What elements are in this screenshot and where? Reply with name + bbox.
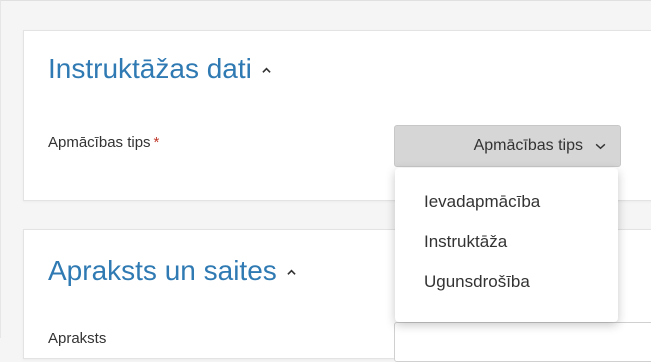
field-label-text: Apmācības tips (48, 134, 151, 151)
chevron-up-icon[interactable] (287, 268, 296, 277)
select-value: Apmācības tips (473, 137, 583, 154)
section-title: Instruktāžas dati (48, 53, 252, 84)
apraksts-input[interactable] (394, 322, 651, 362)
dropdown-option-instruktaza[interactable]: Instruktāža (395, 222, 618, 262)
required-marker: * (153, 134, 160, 151)
apmacibas-tips-select[interactable]: Apmācības tips (394, 125, 621, 167)
dropdown-option-ievadapmaciba[interactable]: Ievadapmācība (395, 182, 618, 222)
field-label-apraksts: Apraksts (48, 330, 107, 347)
dropdown-menu: Ievadapmācība Instruktāža Ugunsdrošība (395, 168, 618, 322)
section-title-toggle[interactable]: Instruktāžas dati (48, 53, 271, 85)
section-title: Apraksts un saites (48, 255, 277, 286)
chevron-down-icon (595, 143, 606, 149)
chevron-up-icon[interactable] (262, 66, 271, 75)
field-label-apmacibas-tips: Apmācības tips * (48, 134, 159, 151)
dropdown-option-ugunsdrosiba[interactable]: Ugunsdrošība (395, 262, 618, 302)
section-title-toggle[interactable]: Apraksts un saites (48, 255, 296, 287)
